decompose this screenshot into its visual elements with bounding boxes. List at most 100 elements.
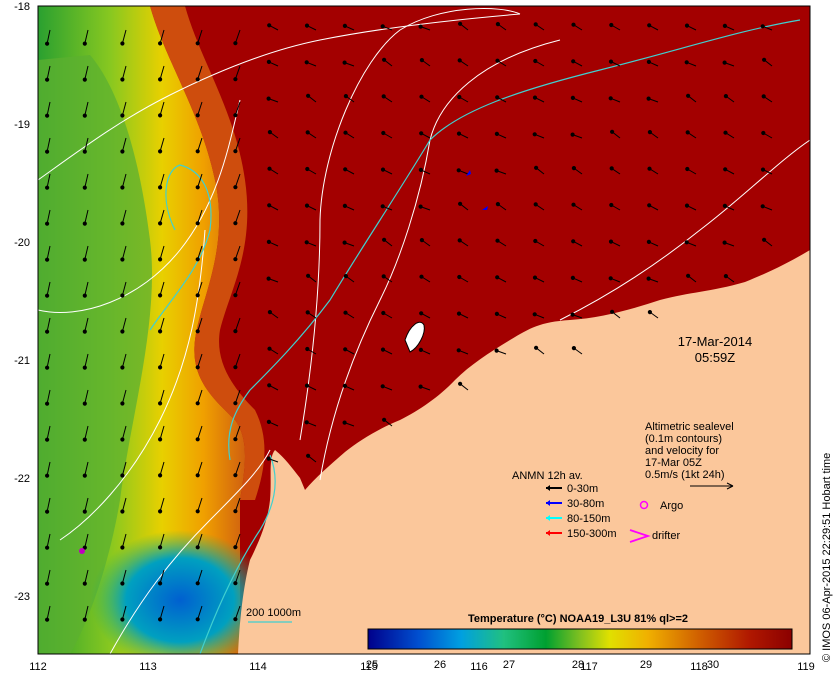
velocity-arrow-head — [609, 22, 614, 28]
velocity-arrow-head — [571, 202, 576, 207]
velocity-arrow-head — [647, 166, 652, 171]
velocity-arrow-head — [233, 77, 238, 82]
velocity-arrow-head — [158, 293, 163, 298]
velocity-arrow-head — [233, 149, 238, 154]
velocity-arrow-head — [195, 617, 200, 622]
velocity-arrow-head — [382, 237, 387, 242]
velocity-arrow-head — [266, 276, 271, 281]
velocity-arrow-head — [82, 221, 87, 226]
velocity-arrow-head — [304, 240, 309, 245]
velocity-arrow-head — [266, 239, 271, 244]
altimetry-line1: Altimetric sealevel — [645, 421, 734, 433]
velocity-arrow-head — [571, 239, 576, 244]
velocity-arrow-head — [684, 23, 690, 28]
velocity-arrow-head — [233, 293, 238, 298]
colorbar-scale — [367, 628, 793, 650]
velocity-arrow-head — [342, 60, 347, 65]
anmn-legend-label: 0-30m — [567, 483, 598, 495]
velocity-arrow-head — [120, 257, 125, 262]
velocity-arrow-head — [120, 437, 125, 442]
velocity-arrow-head — [685, 130, 690, 135]
velocity-arrow-head — [609, 202, 614, 208]
velocity-arrow-head — [305, 130, 310, 135]
velocity-arrow-head — [342, 23, 347, 28]
velocity-arrow-head — [45, 149, 50, 154]
velocity-arrow-head — [646, 239, 652, 244]
velocity-arrow-head — [45, 545, 50, 550]
velocity-arrow-head — [233, 473, 238, 478]
velocity-arrow-head — [532, 95, 538, 100]
velocity-arrow-head — [120, 509, 125, 514]
velocity-arrow-head — [610, 129, 615, 134]
velocity-arrow-head — [82, 77, 87, 82]
velocity-arrow-head — [45, 221, 50, 226]
velocity-arrow-head — [532, 312, 537, 317]
velocity-arrow-head — [458, 381, 463, 386]
velocity-arrow-head — [82, 581, 87, 586]
velocity-arrow-head — [647, 203, 652, 208]
velocity-arrow-head — [647, 130, 653, 135]
velocity-arrow-head — [266, 419, 271, 424]
x-tick-119: 119 — [797, 661, 815, 673]
velocity-arrow-head — [233, 617, 238, 622]
velocity-arrow-head — [158, 113, 163, 118]
velocity-arrow-head — [761, 94, 766, 99]
velocity-arrow-head — [760, 167, 766, 172]
x-tick-118: 118 — [690, 661, 708, 673]
velocity-arrow-head — [608, 239, 614, 244]
velocity-arrow-head — [158, 509, 163, 514]
velocity-arrow-head — [120, 365, 125, 370]
velocity-arrow-head — [380, 347, 386, 352]
velocity-arrow-head — [647, 310, 653, 315]
velocity-arrow-head — [304, 60, 309, 65]
velocity-arrow-head — [343, 274, 348, 279]
velocity-arrow-head — [304, 383, 310, 388]
drifter-label: drifter — [652, 530, 680, 542]
velocity-arrow-head — [82, 401, 87, 406]
cbar-tick-26: 26 — [434, 659, 446, 671]
anmn-legend-label: 150-300m — [567, 528, 617, 540]
velocity-arrow-head — [458, 21, 463, 26]
velocity-arrow-head — [266, 456, 271, 461]
velocity-arrow-head — [608, 276, 613, 281]
velocity-arrow-head — [380, 24, 385, 29]
velocity-arrow-head — [306, 273, 311, 278]
altimetry-line4: 17-Mar 05Z — [645, 457, 702, 469]
velocity-arrow-head — [646, 59, 652, 65]
velocity-arrow-head — [82, 293, 87, 298]
velocity-arrow-head — [45, 257, 50, 262]
velocity-arrow-head — [233, 581, 238, 586]
velocity-arrow-head — [45, 365, 50, 370]
anmn-legend-label: 80-150m — [567, 513, 610, 525]
velocity-arrow-head — [120, 185, 125, 190]
velocity-arrow-head — [158, 77, 163, 82]
velocity-arrow-head — [267, 166, 272, 171]
velocity-arrow-head — [195, 77, 200, 82]
velocity-arrow-head — [418, 384, 423, 389]
colorbar-title: Temperature (°C) NOAA19_L3U 81% ql>=2 — [468, 613, 688, 625]
velocity-arrow-head — [267, 203, 272, 208]
velocity-arrow-head — [195, 365, 200, 370]
velocity-arrow-head — [343, 310, 348, 315]
velocity-arrow-head — [120, 401, 125, 406]
velocity-arrow-head — [418, 167, 423, 172]
velocity-arrow-head — [457, 94, 462, 100]
velocity-arrow-head — [45, 617, 50, 622]
velocity-arrow-head — [533, 238, 538, 244]
velocity-arrow-head — [419, 274, 424, 279]
velocity-arrow-head — [120, 113, 125, 118]
velocity-arrow-head — [82, 437, 87, 442]
anmn-title: ANMN 12h av. — [512, 470, 583, 482]
altimetry-line2: (0.1m contours) — [645, 433, 722, 445]
velocity-arrow-head — [158, 149, 163, 154]
velocity-arrow-head — [342, 240, 347, 245]
velocity-arrow-head — [532, 275, 538, 280]
velocity-arrow-head — [380, 384, 385, 389]
velocity-arrow-head — [233, 509, 238, 514]
velocity-arrow-head — [305, 166, 310, 172]
velocity-arrow-head — [342, 203, 347, 208]
velocity-arrow-head — [195, 437, 200, 442]
y-tick-18: -18 — [14, 1, 30, 13]
velocity-arrow-head — [533, 58, 538, 64]
velocity-arrow-head — [610, 309, 615, 314]
